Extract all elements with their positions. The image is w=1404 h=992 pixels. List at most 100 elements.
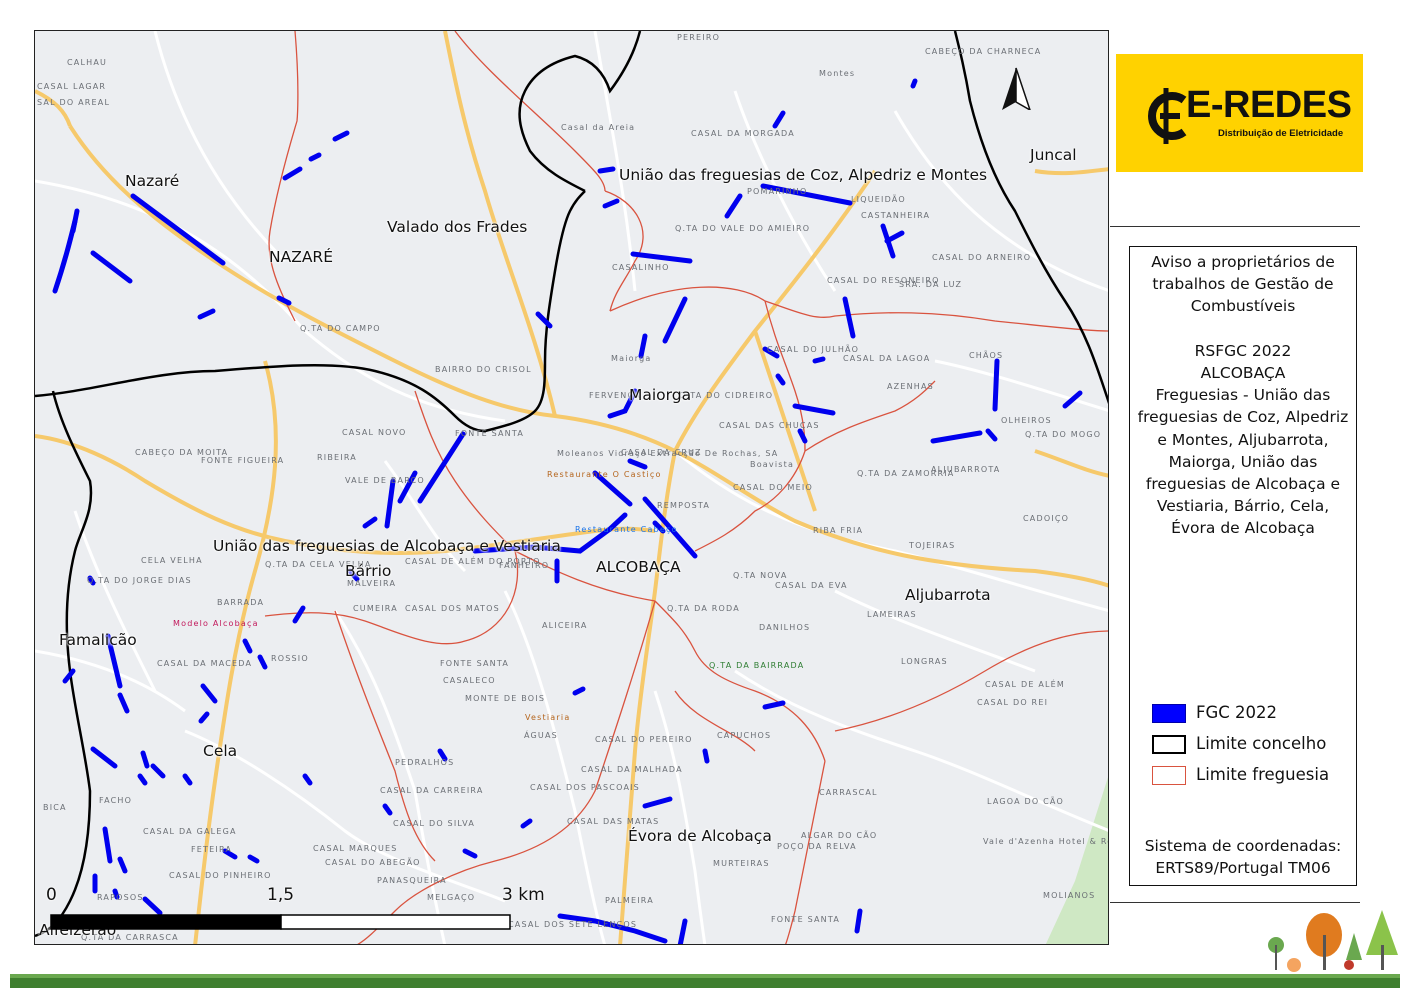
basemap-label: CASAL DA MORGADA [691,129,795,138]
basemap-label: RIBA FRIA [813,526,864,535]
basemap-label: CASAL DO SILVA [393,819,476,828]
fgc-strip [775,373,786,386]
basemap-label: CASAL DO ARNEIRO [932,253,1032,262]
fgc-strip [854,908,863,934]
fgc-strip [884,230,905,244]
fgc-strip [302,773,313,786]
fgc-strip [276,295,292,306]
fgc-strip [90,746,118,769]
fgc-strip [117,692,130,714]
basemap-label: LAGOA DO CÃO [987,797,1064,806]
fgc-strip [627,458,648,470]
basemap-label: Q.TA DO JORGE DIAS [87,576,192,585]
place-label-valado-dos-frades: Valado dos Frades [387,218,528,236]
basemap-label: CASAL NOVO [342,428,407,437]
basemap-label: CASAL LAGAR [37,82,107,91]
basemap-label: CASAL DAS MATAS [567,817,660,826]
place-label-evora-de-alcobaca: Évora de Alcobaça [628,827,772,845]
fgc-strip [282,166,303,181]
basemap-label: FETEIRA [191,845,233,854]
basemap-label: CASAL DO MEIO [733,483,813,492]
map-canvas[interactable]: CALHAU CASAL LAGAR SAL DO AREAL PEREIRO … [34,30,1109,945]
fgc-strip [200,683,218,704]
legend-swatch-concelho [1152,735,1186,754]
scale-label-3km: 3 km [502,885,545,905]
fgc-strip [638,333,648,359]
basemap-label: ALGAR DO CÃO [801,831,878,840]
scale-segment-2 [280,914,511,930]
basemap-label: LONGRAS [901,657,948,666]
fgc-strip [842,296,856,339]
basemap-label: ÁGUAS [524,731,558,740]
fgc-strip [910,78,918,89]
place-label-famalicao: Famalicão [59,631,137,649]
basemap-label: CASAL DE ALÉM [985,680,1066,689]
basemap-label: Moleanos Vidraço Extracção De Rochas, SA [557,449,779,458]
place-label-alcobaca-vestiaria: União das freguesias de Alcobaça e Vesti… [213,537,561,555]
place-label-alcobaca: ALCOBAÇA [596,558,681,576]
basemap-label: CASAL DO PINHEIRO [169,871,272,880]
basemap-label: ALJUBARROTA [931,465,1001,474]
fgc-strip [520,818,533,829]
place-label-coz-alpedriz-montes: União das freguesias de Coz, Alpedriz e … [619,166,988,184]
basemap-label: Montes [819,69,856,78]
basemap-label: SRA. DA LUZ [899,280,963,289]
basemap-label: VALE DE BARCO [345,476,425,485]
fgc-strip [772,110,786,129]
fgc-strip [52,218,78,294]
basemap-label: Q.TA DA RODA [667,604,740,613]
legend-label: FGC 2022 [1196,703,1278,722]
legend-swatch-freguesia [1152,766,1186,785]
fgc-strip [535,311,553,329]
fgc-strip [198,711,210,724]
place-label-juncal: Juncal [1030,146,1077,164]
basemap-label: BARRADA [217,598,265,607]
basemap-label: PEREIRO [677,33,721,42]
basemap-label: CASAL DO PEREIRO [595,735,693,744]
basemap-label: Restaurante Cabeço [575,525,678,534]
fgc-strip [62,668,76,684]
fgc-strip [797,428,808,444]
fgc-strip [362,516,378,529]
basemap-label: CASALINHO [612,263,670,272]
place-label-nazare-caps: NAZARÉ [269,248,333,266]
fgc-strip [462,848,478,859]
fgc-strip [292,605,306,624]
fgc-strip [662,296,688,344]
scale-label-1-5: 1,5 [267,885,295,905]
fgc-strip [90,250,133,284]
trees-illustration-icon [1268,910,1398,972]
fgc-strip [182,773,193,786]
basemap-label: CASAL DOS MATOS [405,604,500,613]
basemap-label: CADOIÇO [1023,514,1070,523]
basemap-label: CASAL DA GALEGA [143,827,237,836]
fgc-strip [597,166,616,174]
basemap-label: CUMEIRA [353,604,398,613]
basemap-label: CELA VELHA [141,556,203,565]
fgc-strip [985,428,998,442]
fgc-strip [197,308,216,320]
basemap-label: CASALECO [443,676,496,685]
basemap-label: CASAL DAS CHUÇAS [719,421,820,430]
info-panel: Aviso a proprietários de trabalhos de Ge… [1129,246,1357,886]
fgc-strip [117,856,128,874]
basemap-label: FONTE SANTA [771,915,840,924]
fgc-strip [137,773,148,786]
fgc-strip [242,638,253,654]
notice-text: Aviso a proprietários de trabalhos de Ge… [1137,253,1349,538]
basemap-label: MALVEIRA [347,579,397,588]
basemap-label: LIQUEIDÃO [851,195,906,204]
fgc-strip [677,918,688,944]
fgc-strip [247,854,260,864]
scale-label-0: 0 [46,885,57,905]
basemap-label: FONTE FIGUEIRA [201,456,285,465]
place-label-cela: Cela [203,742,238,760]
basemap-label: TOJEIRAS [909,541,956,550]
fgc-strip [702,748,710,764]
fgc-strip [630,251,693,264]
fgc-strip [150,763,166,779]
basemap-label: Casal da Areia [561,123,636,132]
fgc-strip [572,686,586,696]
basemap-label: Q.TA DO VALE DO AMIEIRO [675,224,811,233]
basemap-label: ROSSIO [271,654,309,663]
